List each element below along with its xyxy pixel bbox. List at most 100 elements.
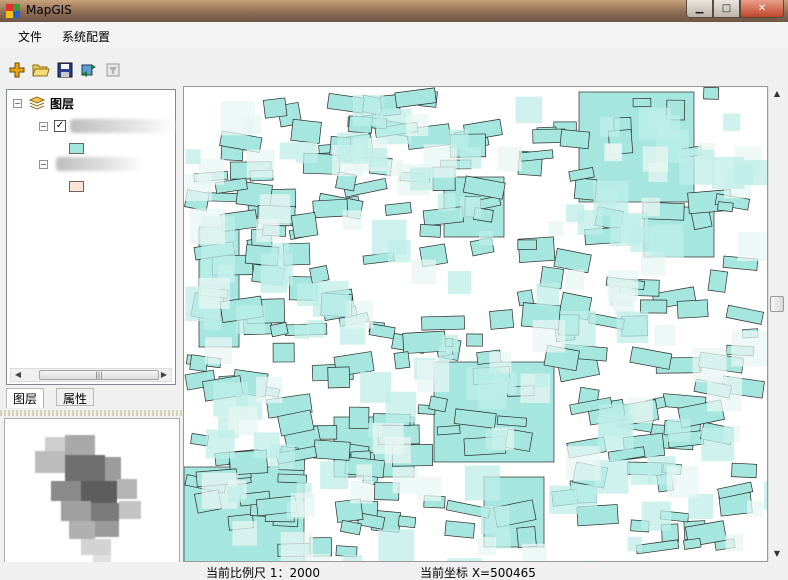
map-mosaic-tile (534, 373, 549, 388)
map-mosaic-tile (459, 147, 482, 169)
map-mosaic-tile (497, 146, 522, 171)
layer-tree-panel[interactable]: − 图层 − ✓ − ◀ ||| ▶ (6, 89, 176, 385)
map-mosaic-tile (743, 160, 767, 186)
layer-tree-root[interactable]: − 图层 (13, 95, 74, 111)
save-button[interactable] (55, 60, 75, 80)
menu-bar: 文件 系统配置 (0, 22, 788, 48)
add-layer-button[interactable] (7, 60, 27, 80)
scroll-down-icon[interactable]: ▼ (769, 546, 785, 562)
map-parcel (517, 239, 537, 250)
map-parcel (629, 346, 673, 370)
map-parcel (393, 351, 411, 370)
map-mosaic-tile (548, 221, 564, 237)
map-mosaic-tile (723, 113, 741, 131)
map-parcel (632, 98, 652, 108)
map-mosaic-tile (479, 231, 494, 246)
map-parcel (290, 118, 322, 144)
close-button[interactable]: ✕ (740, 0, 784, 18)
map-mosaic-tile (271, 243, 290, 261)
layer-1-visibility-checkbox[interactable]: ✓ (54, 120, 66, 132)
map-parcel (717, 201, 734, 213)
map-mosaic-tile (447, 271, 472, 295)
layer-item-2[interactable]: − (39, 156, 144, 172)
minimize-button[interactable]: ▁ (686, 0, 713, 18)
map-mosaic-tile (477, 536, 496, 556)
map-parcel (436, 424, 461, 436)
map-parcel (576, 504, 619, 527)
map-mosaic-tile (597, 414, 634, 451)
layer-2-name-blurred (56, 157, 144, 171)
map-parcel (312, 198, 349, 219)
save-icon (57, 62, 73, 78)
refresh-button[interactable] (79, 60, 99, 80)
map-parcel (532, 128, 566, 144)
map-parcel (496, 415, 527, 428)
window-title: MapGIS (26, 3, 72, 17)
map-parcel (725, 304, 764, 325)
menu-system-config[interactable]: 系统配置 (62, 28, 110, 45)
layer-1-name-blurred (70, 119, 174, 133)
scroll-thumb[interactable]: ||| (39, 370, 159, 380)
map-mosaic-tile (259, 194, 291, 225)
maximize-icon: □ (721, 3, 732, 14)
map-mosaic-tile (466, 366, 500, 401)
map-mosaic-tile (460, 196, 481, 218)
collapse-icon[interactable]: − (39, 159, 48, 169)
collapse-icon[interactable]: − (39, 121, 48, 131)
map-canvas[interactable] (183, 86, 768, 562)
map-mosaic-tile (532, 319, 566, 353)
scroll-right-icon[interactable]: ▶ (157, 369, 171, 381)
map-mosaic-tile (411, 259, 436, 285)
map-mosaic-tile (642, 146, 668, 172)
map-mosaic-tile (679, 149, 715, 185)
map-mosaic-tile (337, 132, 369, 164)
map-mosaic-tile (342, 210, 363, 231)
toolbar (0, 56, 788, 84)
map-mosaic-tile (737, 232, 767, 261)
map-mosaic-tile (667, 465, 699, 498)
maximize-button[interactable]: □ (713, 0, 740, 18)
open-button[interactable] (31, 60, 51, 80)
map-parcel (635, 539, 680, 555)
map-mosaic-tile (574, 484, 598, 508)
tab-layers[interactable]: 图层 (6, 388, 45, 408)
map-mosaic-tile (350, 480, 373, 504)
map-parcel (559, 129, 591, 150)
map-mosaic-tile (650, 224, 684, 258)
scroll-left-icon[interactable]: ◀ (11, 369, 25, 381)
layer-tree-hscrollbar[interactable]: ◀ ||| ▶ (10, 368, 172, 382)
layer-2-fill-swatch (69, 180, 84, 192)
map-mosaic-tile (485, 429, 507, 451)
map-mosaic-tile (618, 212, 649, 243)
title-bar[interactable]: MapGIS ▁ □ ✕ (0, 0, 788, 22)
collapse-icon[interactable]: − (13, 98, 22, 108)
layer-2-legend (69, 178, 84, 194)
overview-map[interactable] (4, 418, 180, 578)
menu-file[interactable]: 文件 (18, 28, 42, 45)
map-mosaic-tile (406, 114, 429, 137)
map-vscrollbar[interactable]: ▲ ▼ (768, 86, 785, 562)
map-mosaic-tile (712, 156, 745, 189)
filter-button[interactable] (103, 60, 123, 80)
scroll-up-icon[interactable]: ▲ (769, 86, 785, 102)
scroll-thumb[interactable] (770, 296, 784, 312)
map-mosaic-tile (246, 149, 275, 178)
map-parcel (444, 520, 476, 539)
map-parcel (466, 333, 483, 347)
map-mosaic-tile (392, 467, 419, 494)
map-mosaic-tile (515, 96, 543, 124)
layer-item-1[interactable]: − ✓ (39, 118, 174, 134)
map-mosaic-tile (598, 188, 617, 208)
map-mosaic-tile (494, 532, 511, 549)
map-mosaic-tile (658, 115, 681, 138)
map-mosaic-tile (725, 534, 744, 552)
tab-attributes[interactable]: 属性 (56, 388, 95, 406)
map-mosaic-tile (566, 446, 601, 481)
panel-splitter[interactable] (0, 410, 182, 416)
map-mosaic-tile (536, 282, 560, 306)
map-parcel (313, 439, 351, 461)
map-mosaic-tile (356, 464, 373, 481)
map-mosaic-tile (438, 347, 453, 362)
map-mosaic-tile (371, 219, 407, 255)
map-mosaic-tile (185, 149, 201, 165)
